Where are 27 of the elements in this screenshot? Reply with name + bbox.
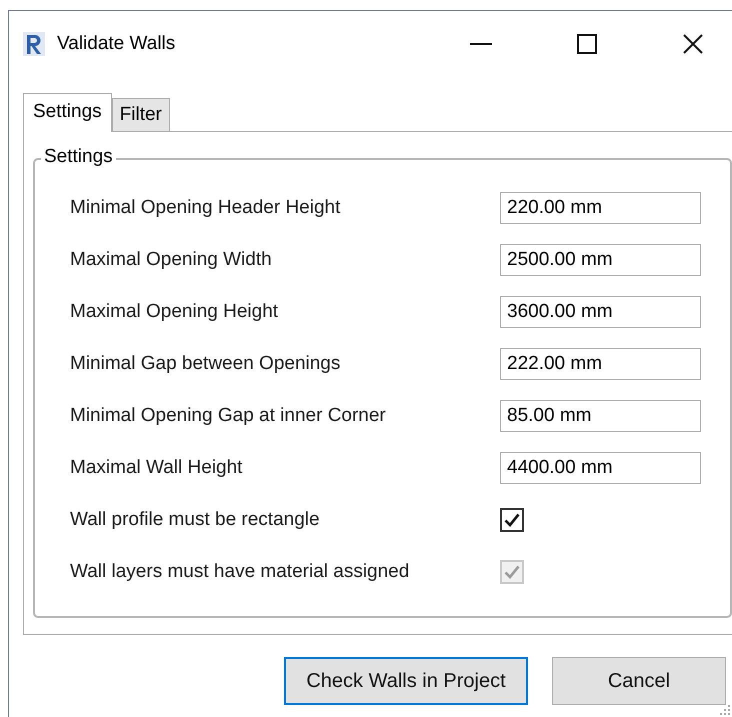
check-walls-button[interactable]: Check Walls in Project xyxy=(284,657,528,705)
input-field[interactable]: 220.00 mm xyxy=(500,192,701,224)
checkmark-icon xyxy=(504,513,520,527)
resize-grip-icon[interactable] xyxy=(720,705,730,715)
setting-label: Maximal Wall Height xyxy=(70,457,244,479)
setting-label: Wall layers must have material assigned xyxy=(70,561,410,583)
app-logo-icon xyxy=(23,32,45,56)
setting-label: Minimal Opening Header Height xyxy=(70,197,342,219)
tab[interactable]: Settings xyxy=(23,93,112,132)
input-field[interactable]: 3600.00 mm xyxy=(500,296,701,328)
setting-label: Minimal Opening Gap at inner Corner xyxy=(70,405,387,427)
close-icon[interactable] xyxy=(683,34,703,54)
checkmark-icon xyxy=(504,565,520,579)
tab[interactable]: Filter xyxy=(112,98,170,131)
input-field[interactable]: 222.00 mm xyxy=(500,348,701,380)
cancel-button[interactable]: Cancel xyxy=(552,657,726,705)
input-field[interactable]: 4400.00 mm xyxy=(500,452,701,484)
maximize-icon[interactable] xyxy=(577,34,597,54)
window-title: Validate Walls xyxy=(57,33,176,55)
setting-label: Wall profile must be rectangle xyxy=(70,509,321,531)
setting-label: Minimal Gap between Openings xyxy=(70,353,342,375)
input-field[interactable]: 2500.00 mm xyxy=(500,244,701,276)
checkbox[interactable] xyxy=(500,508,524,532)
setting-label: Maximal Opening Width xyxy=(70,249,273,271)
setting-label: Maximal Opening Height xyxy=(70,301,280,323)
input-field[interactable]: 85.00 mm xyxy=(500,400,701,432)
group-title: Settings xyxy=(41,146,116,168)
